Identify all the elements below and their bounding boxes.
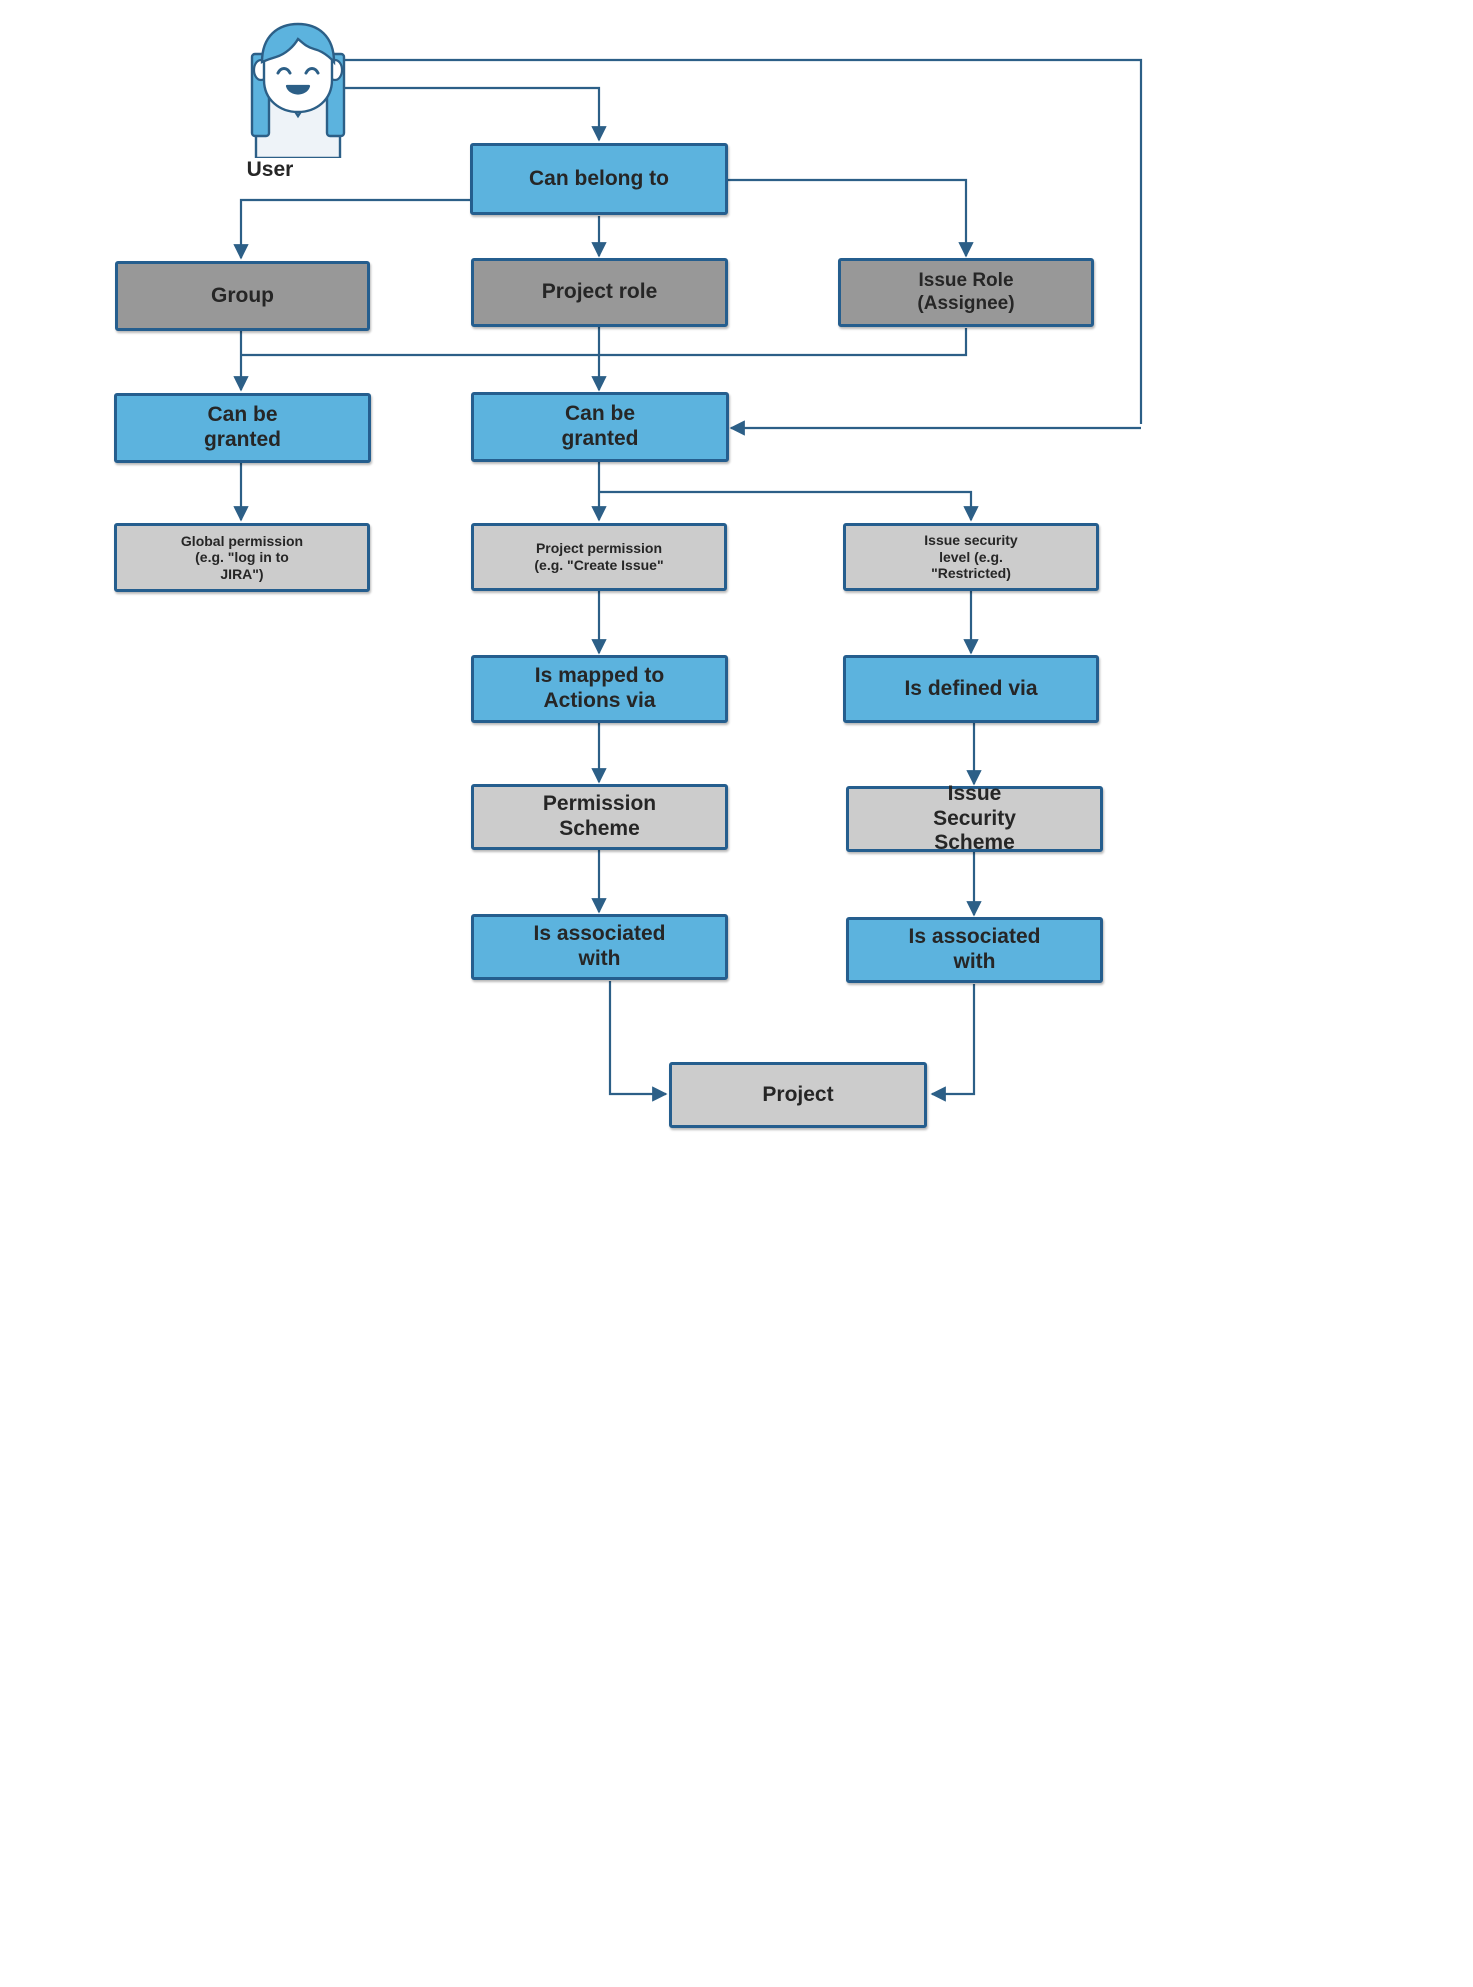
edge-issue-role-bus xyxy=(241,328,968,357)
node-project-permission[interactable]: Project permission (e.g. "Create Issue" xyxy=(471,523,727,591)
node-label: Global permission (e.g. "log in to JIRA"… xyxy=(180,532,304,582)
node-issue-security-scheme[interactable]: Issue Security Scheme xyxy=(846,782,1103,854)
node-group[interactable]: Group xyxy=(115,261,370,331)
node-is-mapped-to-actions-via[interactable]: Is mapped to Actions via xyxy=(471,655,728,723)
node-can-be-granted-1[interactable]: Can be granted xyxy=(114,393,371,463)
edge-user-to-can-be-granted-2 xyxy=(300,58,1143,424)
user-label: User xyxy=(246,158,294,181)
node-label: Project role xyxy=(541,280,658,304)
node-label: Is associated with xyxy=(908,925,1041,973)
node-label: Project xyxy=(762,1082,834,1106)
edge-can-be-granted-2-to-issue-security xyxy=(599,490,979,522)
node-label: Is associated with xyxy=(533,922,666,970)
node-label: Can be granted xyxy=(561,402,639,450)
node-project-role[interactable]: Project role xyxy=(471,258,728,327)
node-label: Issue Role (Assignee) xyxy=(917,270,1015,314)
node-is-associated-with-1[interactable]: Is associated with xyxy=(471,914,728,980)
node-issue-security-level[interactable]: Issue security level (e.g. "Restricted) xyxy=(843,523,1099,591)
edge-can-belong-to-issue-role xyxy=(728,178,974,258)
node-is-defined-via[interactable]: Is defined via xyxy=(843,655,1099,723)
edge-is-associated-1-to-project xyxy=(608,981,668,1102)
node-label: Permission Scheme xyxy=(542,792,657,840)
node-is-associated-with-2[interactable]: Is associated with xyxy=(846,917,1103,983)
node-global-permission[interactable]: Global permission (e.g. "log in to JIRA"… xyxy=(114,523,370,592)
node-label: Issue security level (e.g. "Restricted) xyxy=(924,532,1018,582)
node-label: Project permission (e.g. "Create Issue" xyxy=(534,540,664,573)
diagram-canvas: User Can belong to Group Project role Is… xyxy=(0,0,1473,1987)
node-project[interactable]: Project xyxy=(669,1062,927,1128)
node-label: Group xyxy=(211,283,274,307)
node-label: Can be granted xyxy=(203,403,281,451)
node-label: Is mapped to Actions via xyxy=(534,664,665,712)
node-label: Is defined via xyxy=(904,676,1038,700)
node-can-belong-to[interactable]: Can belong to xyxy=(470,143,728,215)
node-issue-role[interactable]: Issue Role (Assignee) xyxy=(838,258,1094,327)
node-label: Issue Security Scheme xyxy=(933,781,1016,855)
edge-user-to-group xyxy=(233,198,470,260)
node-can-be-granted-2[interactable]: Can be granted xyxy=(471,392,729,462)
user-avatar-icon xyxy=(228,18,368,160)
node-label: Can belong to xyxy=(529,166,669,190)
edge-is-associated-2-to-project xyxy=(930,984,976,1102)
node-permission-scheme[interactable]: Permission Scheme xyxy=(471,784,728,850)
